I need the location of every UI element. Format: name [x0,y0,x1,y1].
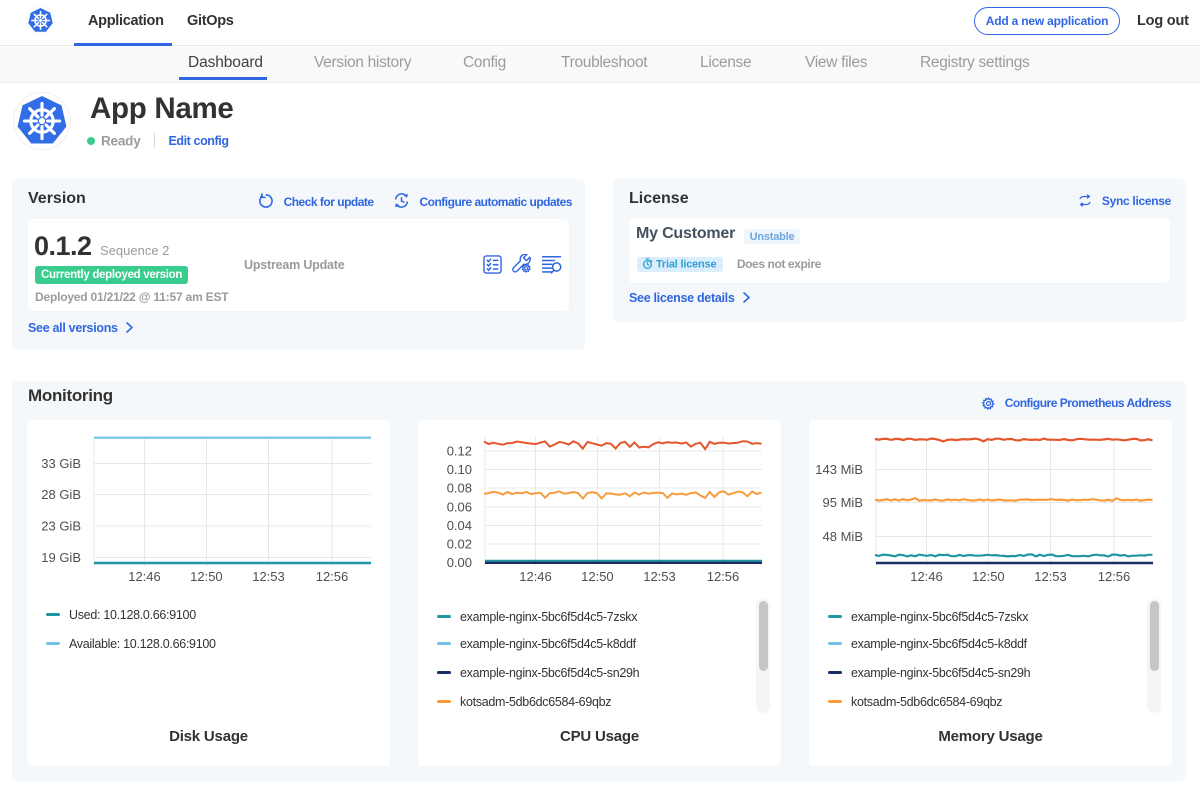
svg-text:0.06: 0.06 [447,500,472,515]
svg-text:12:46: 12:46 [519,569,552,584]
svg-text:12:50: 12:50 [581,569,614,584]
svg-text:12:56: 12:56 [707,569,740,584]
svg-text:23 GiB: 23 GiB [41,519,81,534]
svg-text:33 GiB: 33 GiB [41,456,81,471]
svg-text:0.02: 0.02 [447,537,472,552]
svg-text:12:53: 12:53 [252,569,285,584]
svg-text:0.08: 0.08 [447,481,472,496]
svg-text:0.10: 0.10 [447,462,472,477]
svg-text:12:56: 12:56 [1098,569,1131,584]
svg-text:0.12: 0.12 [447,444,472,459]
svg-text:12:50: 12:50 [190,569,223,584]
svg-text:12:53: 12:53 [643,569,676,584]
svg-text:12:53: 12:53 [1034,569,1067,584]
svg-text:0.00: 0.00 [447,555,472,570]
svg-text:12:46: 12:46 [128,569,161,584]
svg-text:12:50: 12:50 [972,569,1005,584]
svg-text:19 GiB: 19 GiB [41,550,81,565]
svg-text:48 MiB: 48 MiB [823,529,863,544]
svg-text:143 MiB: 143 MiB [815,462,863,477]
svg-text:12:46: 12:46 [910,569,943,584]
svg-text:12:56: 12:56 [316,569,349,584]
svg-text:95 MiB: 95 MiB [823,495,863,510]
svg-text:0.04: 0.04 [447,518,472,533]
svg-text:28 GiB: 28 GiB [41,487,81,502]
